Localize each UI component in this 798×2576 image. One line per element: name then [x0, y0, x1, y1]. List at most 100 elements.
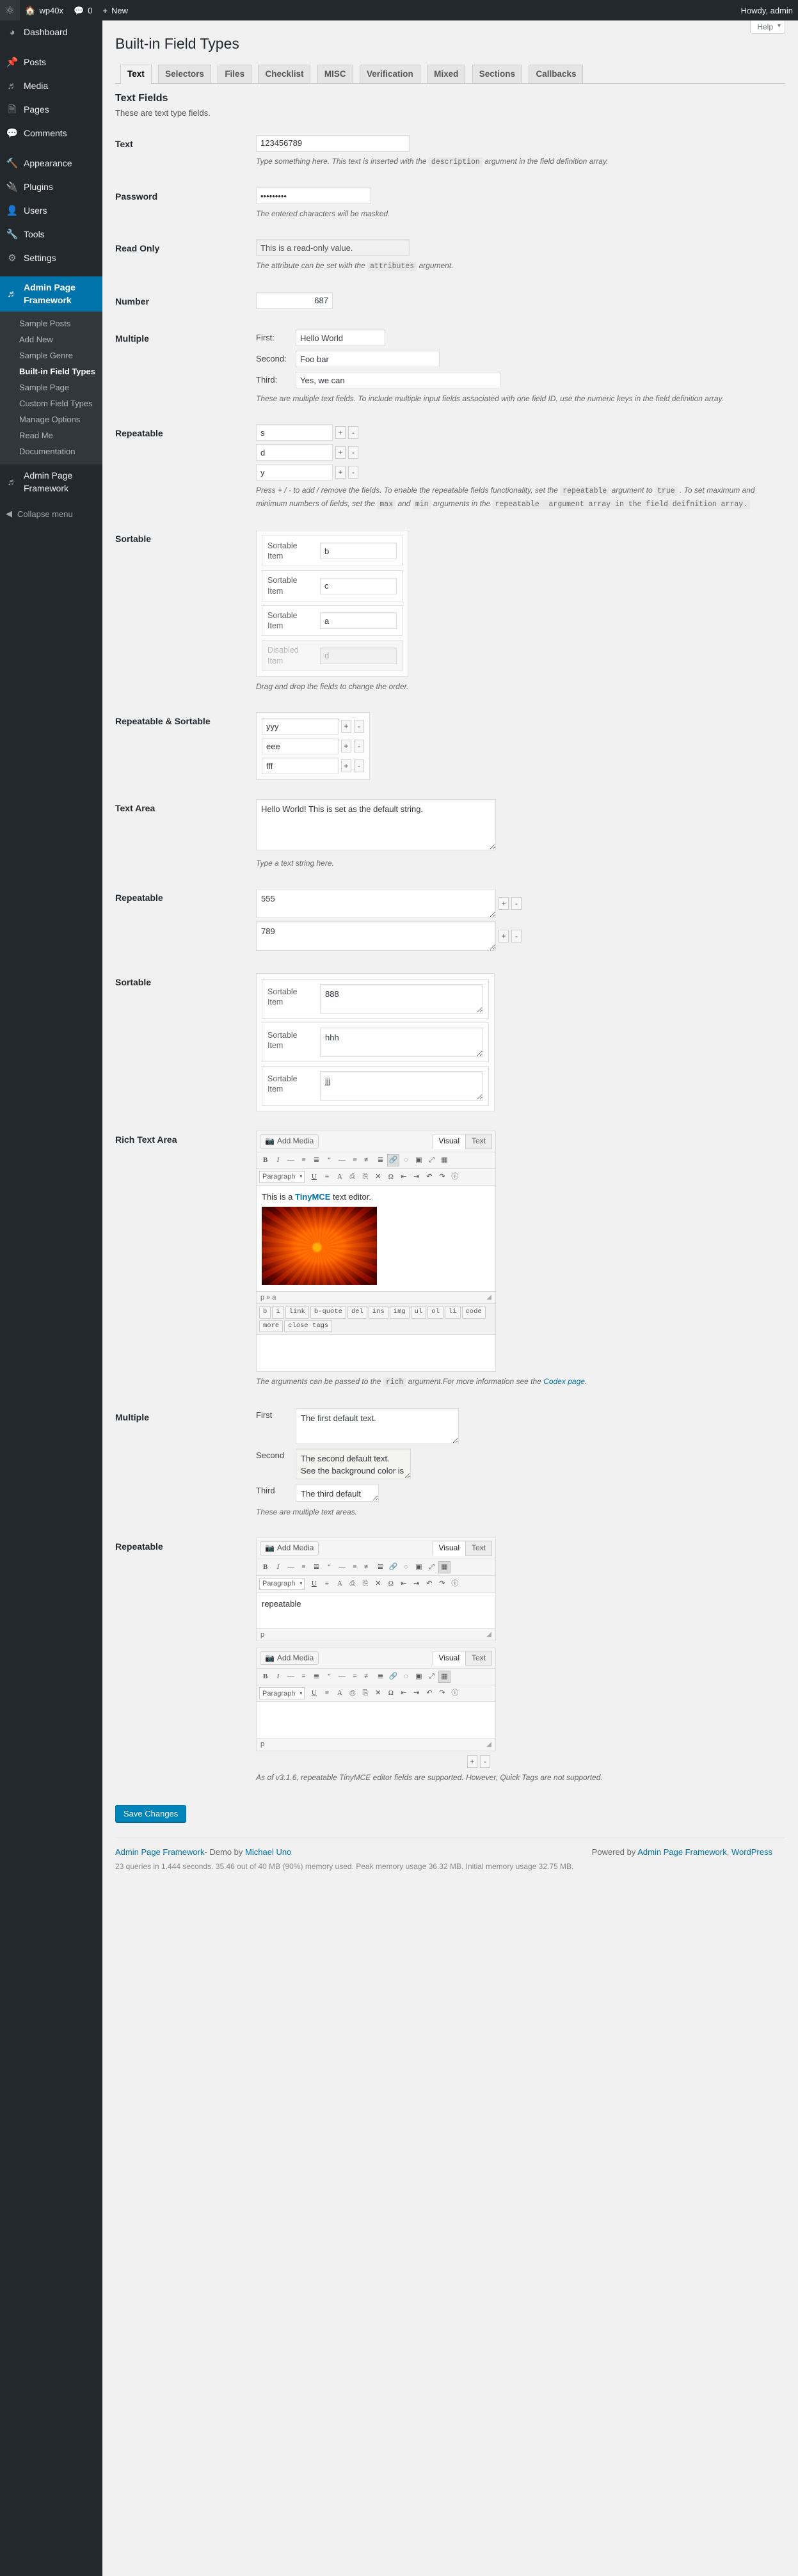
help-tab-toggle[interactable]: Help	[750, 20, 785, 34]
sortable-item[interactable]: Sortable Item	[262, 605, 403, 637]
sidebar-item-comments[interactable]: 💬 Comments	[0, 122, 102, 145]
quicktag-b-quote[interactable]: b-quote	[310, 1305, 346, 1319]
repeatable-sortable-input[interactable]	[262, 758, 339, 775]
tab-sections[interactable]: Sections	[472, 64, 523, 83]
remove-field-button[interactable]: -	[511, 930, 522, 943]
sortable-textarea[interactable]: jjj	[320, 1071, 483, 1101]
sortable-item[interactable]: Sortable Item jjj	[262, 1066, 489, 1106]
add-media-button[interactable]: 📷 Add Media	[260, 1651, 319, 1666]
align-right-icon[interactable]: ≣	[374, 1154, 387, 1166]
editor-content-area[interactable]: This is a TinyMCE text editor.	[257, 1185, 495, 1291]
clear-formatting-icon[interactable]: ✕	[372, 1578, 384, 1590]
add-field-button[interactable]: +	[341, 740, 351, 753]
tab-text[interactable]: Text	[465, 1650, 492, 1666]
quicktag-ol[interactable]: ol	[427, 1305, 443, 1319]
resize-handle[interactable]: ◢	[486, 1740, 491, 1749]
tab-visual[interactable]: Visual	[432, 1650, 466, 1666]
tab-checklist[interactable]: Checklist	[258, 64, 311, 83]
quicktag-link[interactable]: link	[285, 1305, 309, 1319]
sortable-textarea[interactable]: 888	[320, 984, 483, 1014]
paste-text-icon[interactable]: ⎙	[346, 1687, 358, 1699]
submenu-item-add-new[interactable]: Add New	[0, 331, 102, 347]
undo-icon[interactable]: ↶	[423, 1171, 435, 1183]
insert-more-icon[interactable]: ▣	[413, 1671, 425, 1683]
sidebar-item-media[interactable]: ♬ Media	[0, 74, 102, 98]
footer-link-framework[interactable]: Admin Page Framework	[115, 1847, 204, 1857]
quicktag-li[interactable]: li	[444, 1305, 461, 1319]
insert-more-icon[interactable]: ▣	[413, 1154, 425, 1166]
remove-field-button[interactable]: -	[511, 897, 522, 910]
password-input[interactable]	[256, 187, 371, 205]
kitchen-sink-icon[interactable]: ▦	[438, 1154, 451, 1166]
special-character-icon[interactable]: Ω	[385, 1687, 397, 1699]
horizontal-rule-icon[interactable]: ―	[336, 1154, 348, 1166]
blockquote-icon[interactable]: “	[323, 1671, 335, 1683]
quicktag-b[interactable]: b	[259, 1305, 271, 1319]
submenu-item-documentation[interactable]: Documentation	[0, 443, 102, 459]
tab-callbacks[interactable]: Callbacks	[529, 64, 584, 83]
sidebar-item-users[interactable]: 👤 Users	[0, 199, 102, 223]
add-media-button[interactable]: 📷 Add Media	[260, 1541, 319, 1555]
tab-verification[interactable]: Verification	[359, 64, 420, 83]
numbered-list-icon[interactable]: ≣	[310, 1671, 323, 1683]
align-center-icon[interactable]: ≢	[362, 1671, 374, 1683]
undo-icon[interactable]: ↶	[423, 1578, 435, 1590]
fullscreen-icon[interactable]: ⤢	[426, 1671, 438, 1683]
paste-word-icon[interactable]: ⎘	[359, 1687, 371, 1699]
keyboard-shortcuts-icon[interactable]: ⓘ	[449, 1687, 461, 1699]
submenu-item-built-in-field-types[interactable]: Built-in Field Types	[0, 363, 102, 379]
multiple-textarea-second[interactable]: The second default text. See the backgro…	[296, 1448, 411, 1479]
blockquote-icon[interactable]: “	[323, 1561, 335, 1573]
sidebar-item-admin-page-framework-2[interactable]: ♬ Admin Page Framework	[0, 465, 102, 500]
multiple-textarea-first[interactable]: The first default text.	[296, 1408, 459, 1444]
redo-icon[interactable]: ↷	[436, 1578, 448, 1590]
sortable-input[interactable]	[320, 543, 397, 560]
bullet-list-icon[interactable]: ≡	[298, 1671, 310, 1683]
underline-icon[interactable]: U	[308, 1687, 320, 1699]
indent-icon[interactable]: ⇥	[410, 1578, 422, 1590]
keyboard-shortcuts-icon[interactable]: ⓘ	[449, 1171, 461, 1183]
wp-logo-menu[interactable]: ⚛	[0, 0, 20, 20]
unlink-icon[interactable]: ◌	[400, 1154, 412, 1166]
insert-link-icon[interactable]: 🔗	[387, 1671, 399, 1683]
new-content-menu[interactable]: + New	[97, 0, 133, 20]
remove-field-button[interactable]: -	[348, 426, 358, 440]
editor-content-area[interactable]	[257, 1702, 495, 1738]
quicktag-img[interactable]: img	[389, 1305, 410, 1319]
tinymce-link[interactable]: TinyMCE	[295, 1192, 330, 1202]
sidebar-item-posts[interactable]: 📌 Posts	[0, 51, 102, 74]
redo-icon[interactable]: ↷	[436, 1687, 448, 1699]
strikethrough-icon[interactable]: —	[285, 1561, 297, 1573]
textarea-repeatable-input[interactable]: 789	[256, 921, 496, 951]
remove-field-button[interactable]: -	[348, 466, 358, 479]
bold-icon[interactable]: B	[259, 1561, 271, 1573]
text-color-icon[interactable]: A	[333, 1578, 346, 1590]
blockquote-icon[interactable]: “	[323, 1154, 335, 1166]
quicktags-textarea[interactable]	[256, 1335, 496, 1372]
remove-field-button[interactable]: -	[354, 720, 364, 733]
underline-icon[interactable]: U	[308, 1171, 320, 1183]
tab-misc[interactable]: MISC	[317, 64, 353, 83]
kitchen-sink-icon[interactable]: ▦	[438, 1561, 451, 1573]
numbered-list-icon[interactable]: ≣	[310, 1561, 323, 1573]
text-color-icon[interactable]: A	[333, 1687, 346, 1699]
align-right-icon[interactable]: ≣	[374, 1561, 387, 1573]
editor-content-area[interactable]: repeatable	[257, 1592, 495, 1628]
repeatable-sortable-input[interactable]	[262, 738, 339, 755]
add-field-button[interactable]: +	[499, 930, 509, 943]
align-left-icon[interactable]: ≡	[349, 1561, 361, 1573]
add-field-button[interactable]: +	[341, 720, 351, 733]
submenu-item-sample-posts[interactable]: Sample Posts	[0, 315, 102, 331]
repeatable-sortable-row[interactable]: + -	[262, 738, 364, 755]
repeatable-input[interactable]	[256, 424, 333, 441]
bold-icon[interactable]: B	[259, 1154, 271, 1166]
fullscreen-icon[interactable]: ⤢	[426, 1561, 438, 1573]
remove-field-button[interactable]: -	[480, 1754, 490, 1768]
tab-mixed[interactable]: Mixed	[427, 64, 466, 83]
comments-menu[interactable]: 💬 0	[68, 0, 97, 20]
sidebar-item-plugins[interactable]: 🔌 Plugins	[0, 175, 102, 199]
add-field-button[interactable]: +	[499, 897, 509, 910]
insert-link-icon[interactable]: 🔗	[387, 1154, 399, 1166]
multiple-input-third[interactable]	[296, 372, 500, 388]
tab-visual[interactable]: Visual	[432, 1541, 466, 1556]
